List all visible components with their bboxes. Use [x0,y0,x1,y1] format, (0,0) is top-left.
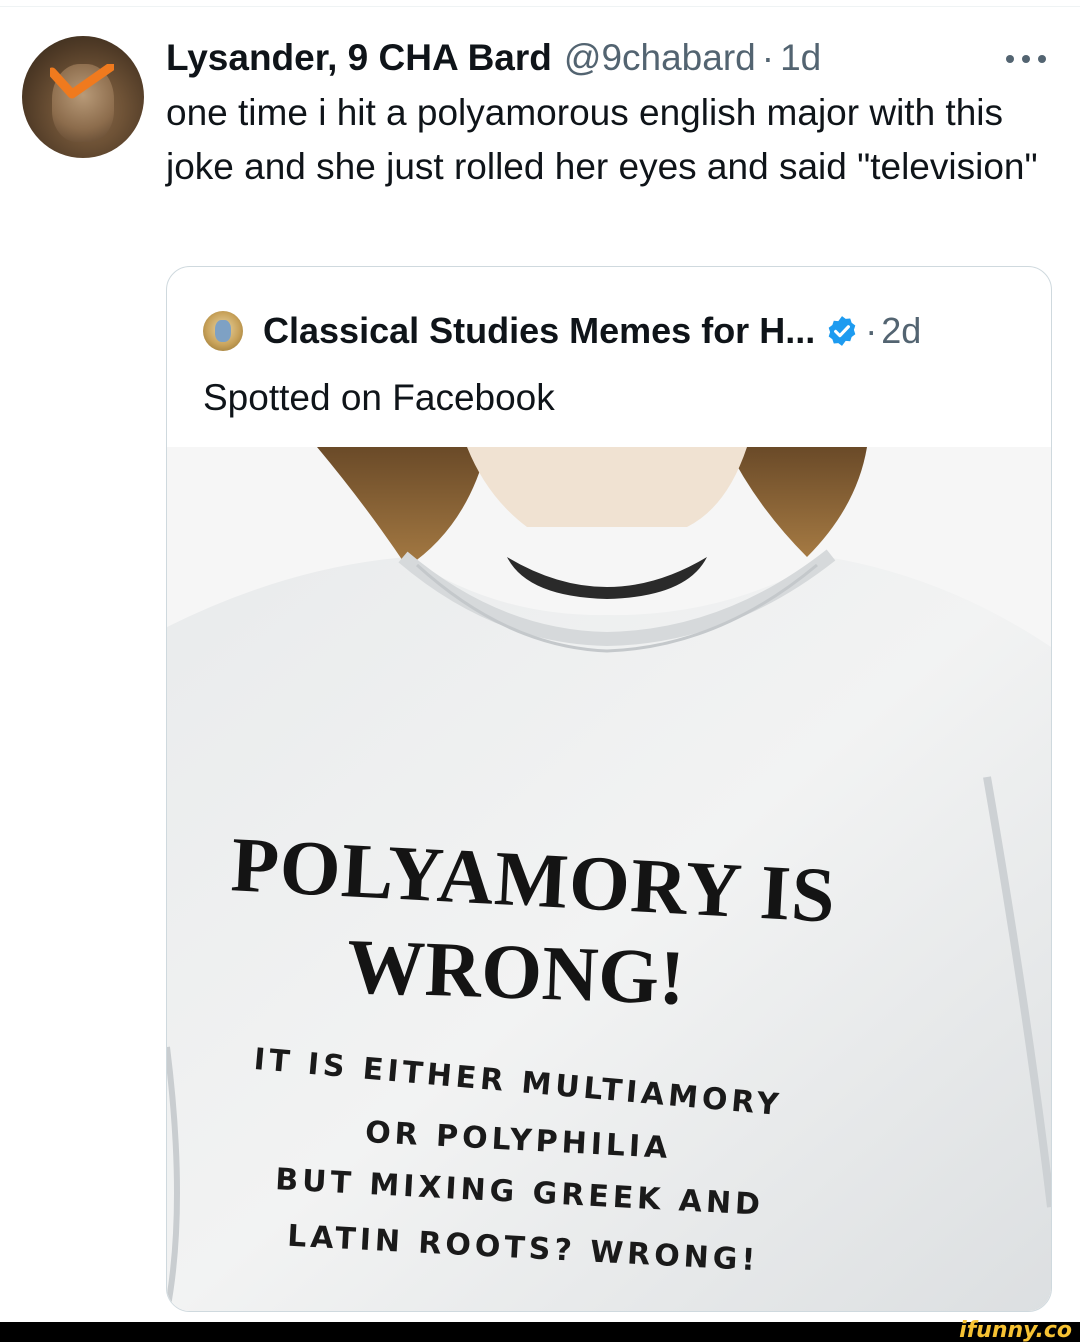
quoted-tweet-photo[interactable]: POLYAMORY IS WRONG! IT IS EITHER MULTIAM… [167,447,1051,1311]
quoted-tweet-text: Spotted on Facebook [203,377,555,418]
shirt-line-1: POLYAMORY IS [229,820,839,939]
quoted-author-name[interactable]: Classical Studies Memes for H... [263,310,815,352]
author-handle[interactable]: @9chabard [564,37,756,79]
avatar-check-overlay [50,64,114,99]
tweet-text: one time i hit a polyamorous english maj… [166,92,1038,187]
shirt-line-6: LATIN ROOTS? WRONG! [286,1218,760,1279]
more-icon[interactable] [1006,52,1046,66]
quoted-author-avatar[interactable] [203,311,243,351]
shirt-line-2: WRONG! [345,922,687,1021]
ifunny-watermark: ifunny.co [959,1318,1072,1343]
verified-badge-icon [828,316,856,346]
author-avatar[interactable] [22,36,144,158]
quoted-timestamp[interactable]: 2d [881,310,921,352]
separator-dot: · [761,37,775,78]
tweet-header: Lysander, 9 CHA Bard @9chabard · 1d [166,36,821,80]
top-divider [0,6,1080,7]
quoted-tweet-card[interactable]: Classical Studies Memes for H... · 2d Sp… [166,266,1052,1312]
shirt-line-3: IT IS EITHER MULTIAMORY [252,1041,784,1124]
tweet-timestamp[interactable]: 1d [780,37,821,79]
quoted-tweet-header: Classical Studies Memes for H... · 2d [203,309,921,353]
shirt-line-4: OR POLYPHILIA [364,1115,673,1166]
shirt-line-5: BUT MIXING GREEK AND [274,1162,765,1223]
quoted-separator-dot: · [865,310,878,351]
shirt-print: POLYAMORY IS WRONG! IT IS EITHER MULTIAM… [167,447,1051,1311]
watermark-bar [0,1322,1080,1342]
author-name[interactable]: Lysander, 9 CHA Bard [166,37,552,79]
